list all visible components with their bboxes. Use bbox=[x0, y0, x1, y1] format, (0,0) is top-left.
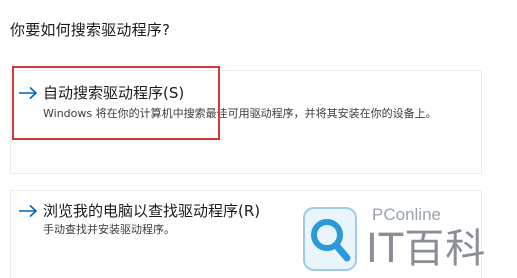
dialog-question: 你要如何搜索驱动程序? bbox=[10, 21, 171, 39]
auto-search-driver-description: Windows 将在你的计算机中搜索最佳可用驱动程序，并将其安装在你的设备上。 bbox=[43, 107, 437, 120]
arrow-right-icon bbox=[19, 204, 38, 218]
auto-search-driver-option[interactable]: 自动搜索驱动程序(S) Windows 将在你的计算机中搜索最佳可用驱动程序，并… bbox=[10, 70, 482, 174]
arrow-right-icon bbox=[19, 86, 38, 100]
browse-computer-driver-title: 浏览我的电脑以查找驱动程序(R) bbox=[43, 202, 261, 220]
browse-computer-driver-description: 手动查找并安装驱动程序。 bbox=[43, 223, 175, 236]
auto-search-driver-title: 自动搜索驱动程序(S) bbox=[43, 84, 185, 102]
browse-computer-driver-option[interactable]: 浏览我的电脑以查找驱动程序(R) 手动查找并安装驱动程序。 bbox=[10, 190, 482, 278]
